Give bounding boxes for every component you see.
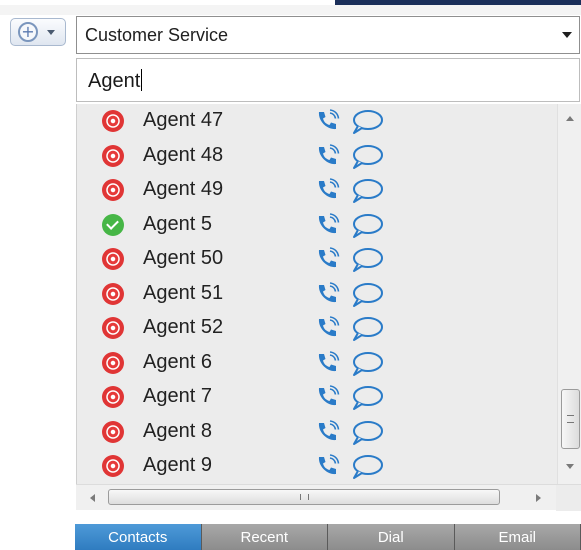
queue-select-value: Customer Service [85,25,229,45]
agent-name: Agent 47 [143,109,224,131]
vertical-scrollbar[interactable] [557,104,581,484]
busy-status-icon [102,248,124,270]
vertical-scroll-thumb[interactable] [561,389,580,449]
bottom-tabs: Contacts Recent Dial Email [75,524,581,550]
phone-icon[interactable] [315,419,341,444]
tab-dial[interactable]: Dial [328,524,455,550]
scroll-up-icon[interactable] [566,116,574,121]
phone-icon[interactable] [315,385,341,409]
agent-name: Agent 9 [143,454,212,476]
agent-name: Agent 52 [143,316,224,338]
list-item[interactable]: Agent 6 [77,346,557,380]
list-item[interactable]: Agent 5 [77,208,557,242]
chat-icon[interactable] [349,178,385,204]
scroll-left-icon[interactable] [90,494,95,502]
phone-icon[interactable] [315,212,341,237]
chat-icon[interactable] [349,316,385,342]
phone-icon[interactable] [315,350,341,375]
phone-icon[interactable] [315,454,341,478]
busy-status-icon [102,317,124,339]
chat-icon[interactable] [349,351,385,377]
busy-status-icon [102,144,124,167]
list-item[interactable]: Agent 9 [77,449,557,483]
horizontal-scroll-thumb[interactable] [108,489,500,505]
list-item[interactable]: Agent 51 [77,277,557,311]
busy-status-icon [102,282,124,305]
agent-name: Agent 7 [143,385,212,407]
contact-list: Agent 47 Agent 48 Agent 49 Agent 5 Agent 50 A… [76,104,581,484]
phone-icon[interactable] [315,316,341,340]
list-item[interactable]: Agent 48 [77,139,557,173]
search-input[interactable]: Agent [76,58,580,102]
phone-icon[interactable] [315,143,341,168]
scroll-down-icon[interactable] [566,464,574,469]
tab-contacts[interactable]: Contacts [75,524,202,550]
list-item[interactable]: Agent 47 [77,104,557,138]
tab-email[interactable]: Email [454,524,581,550]
chat-icon[interactable] [349,213,385,239]
phone-icon[interactable] [315,247,341,271]
queue-select[interactable]: Customer Service [76,16,580,54]
scrollbar-corner [556,485,581,511]
busy-status-icon [102,455,124,477]
chevron-down-icon [47,30,55,35]
agent-name: Agent 50 [143,247,224,269]
plus-circle-icon: + [18,22,38,42]
chat-icon[interactable] [349,144,385,170]
agent-name: Agent 6 [143,350,212,373]
phone-icon[interactable] [315,281,341,306]
agent-name: Agent 48 [143,143,224,166]
add-contact-button[interactable]: + [10,18,66,46]
chat-icon[interactable] [349,420,385,446]
text-caret [141,69,143,91]
agent-name: Agent 51 [143,281,224,304]
scroll-right-icon[interactable] [536,494,541,502]
chat-icon[interactable] [349,247,385,273]
list-item[interactable]: Agent 50 [77,242,557,276]
chat-icon[interactable] [349,454,385,480]
busy-status-icon [102,420,124,443]
list-item[interactable]: Agent 49 [77,173,557,207]
phone-icon[interactable] [315,178,341,202]
chat-icon[interactable] [349,385,385,411]
list-item[interactable]: Agent 8 [77,415,557,449]
available-status-icon [102,213,124,236]
busy-status-icon [102,179,124,201]
phone-icon[interactable] [315,109,341,133]
agent-name: Agent 8 [143,419,212,442]
agent-name: Agent 5 [143,212,212,235]
horizontal-scrollbar[interactable] [76,484,581,511]
chat-icon[interactable] [349,109,385,135]
agent-name: Agent 49 [143,178,224,200]
tab-recent[interactable]: Recent [201,524,328,550]
list-item[interactable]: Agent 7 [77,380,557,414]
busy-status-icon [102,351,124,374]
top-strip [0,5,581,15]
dropdown-arrow-icon[interactable] [562,32,572,38]
chat-icon[interactable] [349,282,385,308]
list-item[interactable]: Agent 52 [77,311,557,345]
busy-status-icon [102,110,124,132]
busy-status-icon [102,386,124,408]
search-input-value: Agent [88,69,143,92]
